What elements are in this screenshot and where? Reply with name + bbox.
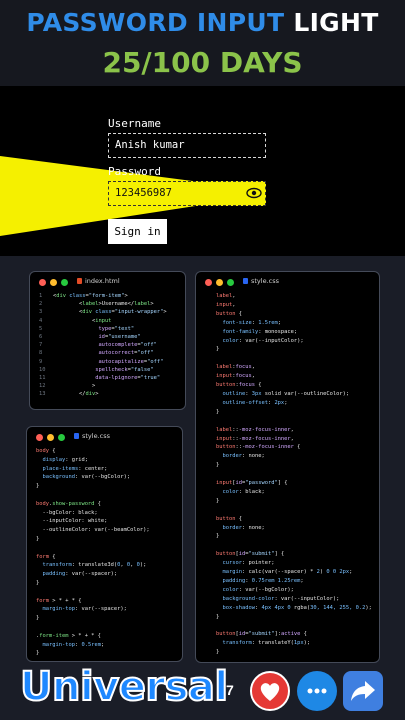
- css-file-tab: style.css: [243, 277, 279, 285]
- css-file-name: style.css: [251, 277, 279, 285]
- close-dot-icon: [205, 279, 212, 286]
- pane-titlebar: style.css: [196, 272, 379, 292]
- heart-icon: [260, 683, 280, 701]
- css-code-pane-right: style.css label, input, button { font-si…: [195, 271, 380, 663]
- progress-days: 25/100 DAYS: [102, 46, 303, 79]
- minimize-dot-icon: [47, 434, 54, 441]
- minimize-dot-icon: [216, 279, 223, 286]
- pane-titlebar: index.html: [30, 272, 185, 292]
- html-code-pane: index.html 1 <div class="form-item"> 2 <l…: [29, 271, 186, 410]
- html-file-tab: index.html: [77, 277, 120, 285]
- video-title: PASSWORD INPUT LIGHT: [0, 8, 405, 37]
- css-code-pane-left: style.css body { display: grid; place-it…: [26, 426, 183, 662]
- css-code-block-left: body { display: grid; place-items: cente…: [36, 448, 150, 657]
- light-beam: [0, 156, 254, 236]
- html-file-name: index.html: [85, 277, 120, 285]
- css-file-name: style.css: [82, 432, 110, 440]
- header: PASSWORD INPUT LIGHT 25/100 DAYS: [0, 0, 405, 86]
- username-input[interactable]: Anish kumar: [108, 133, 266, 158]
- css-file-icon: [243, 278, 248, 284]
- maximize-dot-icon: [58, 434, 65, 441]
- css-code-block-right: label, input, button { font-size: 1.5rem…: [216, 293, 372, 656]
- css-file-icon: [74, 433, 79, 439]
- share-arrow-icon: [351, 681, 375, 701]
- password-input[interactable]: 123456987: [108, 181, 266, 206]
- title-white-part: LIGHT: [293, 8, 379, 37]
- signin-button[interactable]: Sign in: [108, 219, 167, 244]
- eye-icon[interactable]: [246, 186, 262, 200]
- css-file-tab: style.css: [74, 432, 110, 440]
- title-blue-part: PASSWORD INPUT: [26, 8, 285, 37]
- comment-button[interactable]: [297, 671, 337, 711]
- overlay-number: 7: [226, 682, 234, 698]
- password-demo: Username Anish kumar Password 123456987 …: [0, 86, 405, 256]
- share-button[interactable]: [343, 671, 383, 711]
- brand-watermark: Universal: [19, 663, 229, 711]
- close-dot-icon: [36, 434, 43, 441]
- maximize-dot-icon: [61, 279, 68, 286]
- password-label: Password: [108, 165, 161, 178]
- close-dot-icon: [39, 279, 46, 286]
- html-code-block: 1 <div class="form-item"> 2 <label>Userna…: [39, 293, 167, 398]
- minimize-dot-icon: [50, 279, 57, 286]
- html-file-icon: [77, 278, 82, 284]
- pane-titlebar: style.css: [27, 427, 182, 447]
- maximize-dot-icon: [227, 279, 234, 286]
- like-button[interactable]: [250, 671, 290, 711]
- chat-bubble-icon: [307, 688, 327, 694]
- username-label: Username: [108, 117, 161, 130]
